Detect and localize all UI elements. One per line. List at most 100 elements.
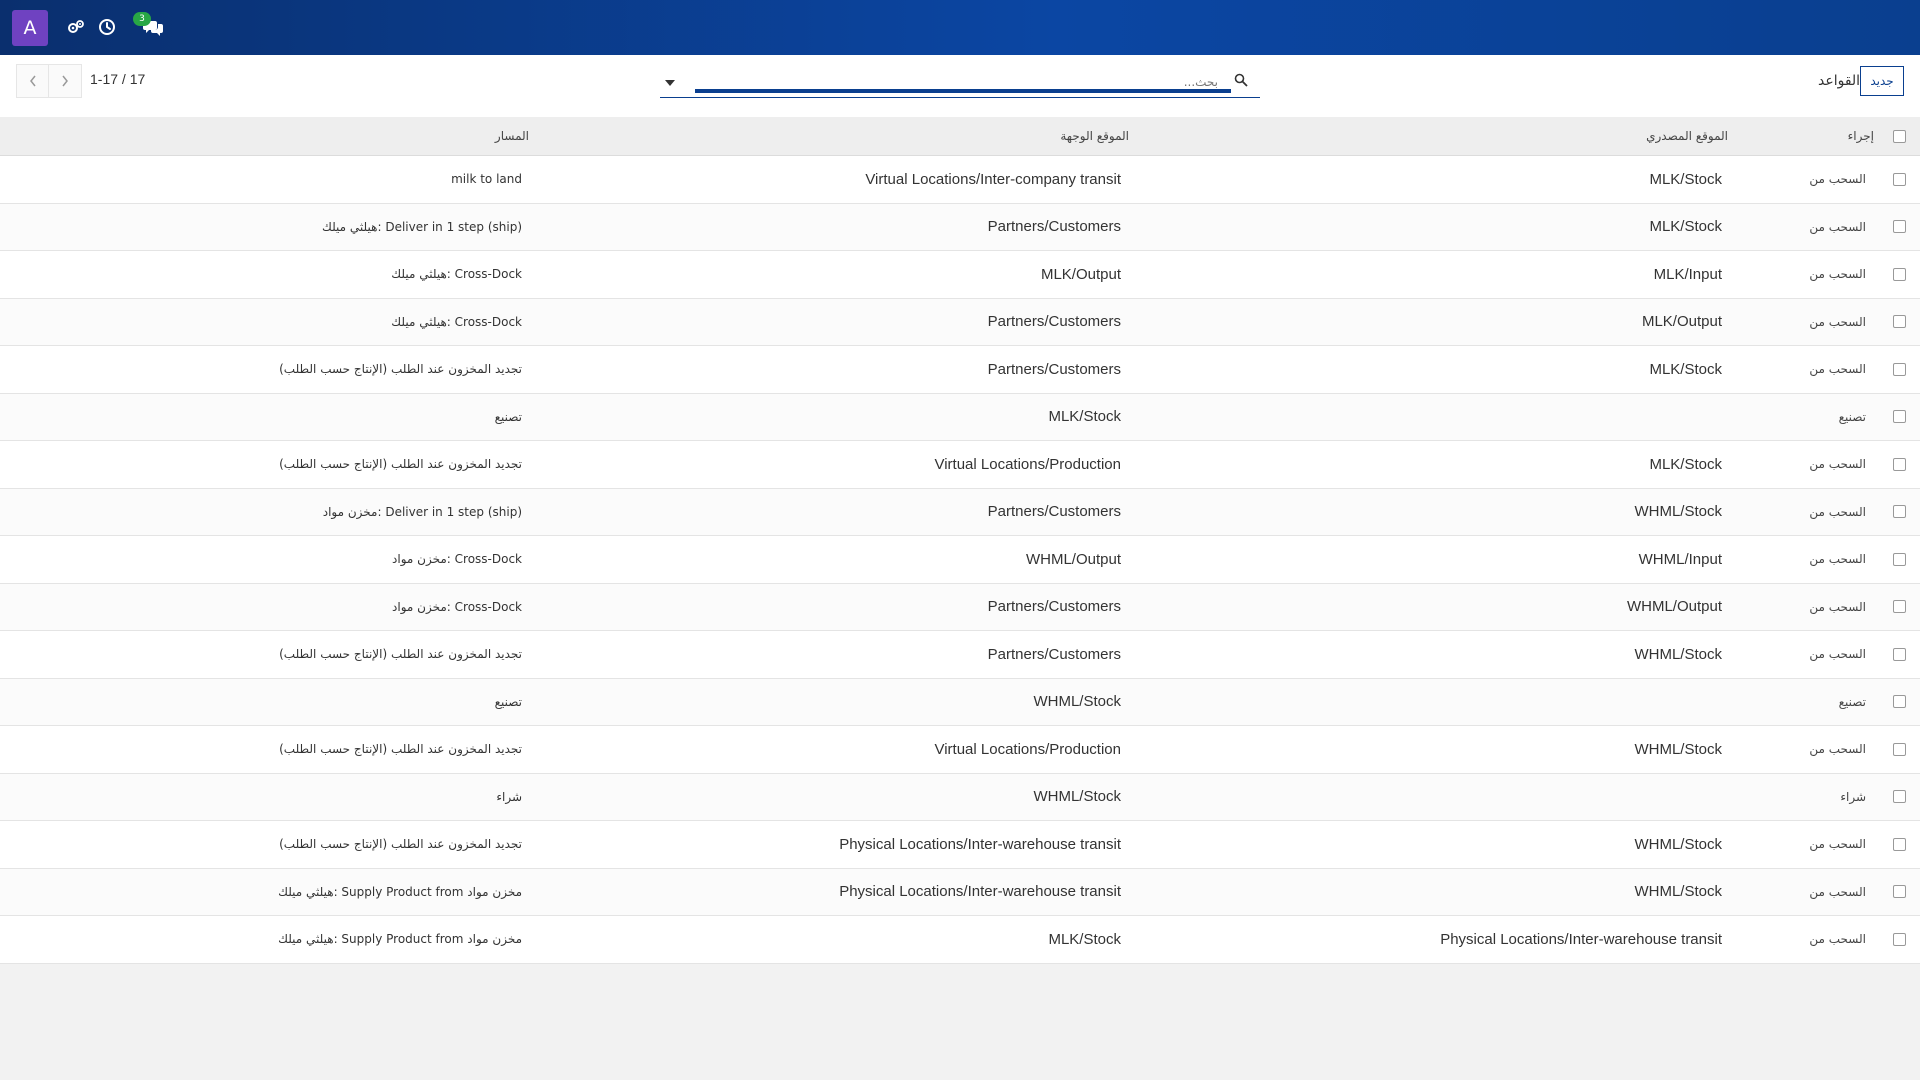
cell-action: السحب من — [1809, 837, 1866, 852]
cell-destination-location: Virtual Locations/Inter-company transit — [865, 170, 1121, 188]
cell-action: السحب من — [1809, 647, 1866, 662]
table-row[interactable]: تصنيع WHML/Stock تصنيع — [0, 678, 1920, 726]
pager-next-button[interactable] — [48, 64, 82, 98]
row-checkbox[interactable] — [1890, 679, 1908, 726]
cell-route: تجديد المخزون عند الطلب (الإنتاج حسب الط… — [279, 362, 522, 377]
cell-source-location: WHML/Stock — [1634, 883, 1722, 901]
table-body: السحب من MLK/Stock Virtual Locations/Inter… — [0, 156, 1920, 964]
row-checkbox[interactable] — [1890, 394, 1908, 441]
table-row[interactable]: السحب من WHML/Output Partners/Customers مخز… — [0, 583, 1920, 631]
cell-destination-location: MLK/Output — [1040, 265, 1121, 283]
table-row[interactable]: السحب من WHML/Stock Partners/Customers تجدي… — [0, 631, 1920, 679]
cell-source-location: MLK/Stock — [1649, 360, 1722, 378]
row-checkbox[interactable] — [1890, 346, 1908, 393]
cell-source-location: WHML/Output — [1626, 598, 1722, 616]
row-checkbox[interactable] — [1890, 156, 1908, 203]
cell-source-location: MLK/Stock — [1649, 170, 1722, 188]
table-row[interactable]: شراء WHML/Stock شراء — [0, 773, 1920, 821]
new-button[interactable]: جديد — [1860, 66, 1904, 96]
search-icon[interactable] — [1234, 72, 1248, 91]
chevron-left-icon — [30, 75, 36, 87]
table-row[interactable]: تصنيع MLK/Stock تصنيع — [0, 393, 1920, 441]
cell-route: مخزن مواد: Cross-Dock — [392, 599, 522, 614]
cell-route: هيلثي ميلك: Supply Product from مخزن موا… — [278, 884, 522, 899]
header-destination-location[interactable]: الموقع الوجهة — [1060, 117, 1129, 155]
row-checkbox[interactable] — [1890, 441, 1908, 488]
cell-action: السحب من — [1809, 599, 1866, 614]
row-checkbox[interactable] — [1890, 821, 1908, 868]
cell-source-location: MLK/Stock — [1649, 218, 1722, 236]
header-action[interactable]: إجراء — [1848, 117, 1874, 155]
row-checkbox[interactable] — [1890, 916, 1908, 963]
cell-action: شراء — [1840, 789, 1866, 804]
cell-route: milk to land — [451, 172, 522, 187]
caret-down-icon[interactable] — [664, 73, 676, 92]
cell-source-location: WHML/Stock — [1634, 835, 1722, 853]
cell-destination-location: WHML/Stock — [1033, 693, 1121, 711]
row-checkbox[interactable] — [1890, 869, 1908, 916]
cell-action: السحب من — [1809, 219, 1866, 234]
rules-table: إجراء الموقع المصدري الموقع الوجهة المسا… — [0, 117, 1920, 964]
table-row[interactable]: السحب من MLK/Stock Partners/Customers تجديد… — [0, 346, 1920, 394]
cell-destination-location: Partners/Customers — [987, 645, 1121, 663]
pager-value[interactable]: 1-17 / 17 — [90, 71, 145, 87]
cell-action: السحب من — [1809, 362, 1866, 377]
cell-route: هيلثي ميلك: Cross-Dock — [391, 314, 522, 329]
cell-source-location: WHML/Input — [1638, 550, 1722, 568]
row-checkbox[interactable] — [1890, 631, 1908, 678]
search-focus-underline — [695, 89, 1231, 93]
table-row[interactable]: السحب من MLK/Stock Partners/Customers هيلثي… — [0, 203, 1920, 251]
cell-route: هيلثي ميلك: Cross-Dock — [391, 267, 522, 282]
cell-route: تجديد المخزون عند الطلب (الإنتاج حسب الط… — [279, 742, 522, 757]
table-row[interactable]: السحب من WHML/Stock Partners/Customers مخزن… — [0, 488, 1920, 536]
cell-action: السحب من — [1809, 932, 1866, 947]
cell-source-location: MLK/Stock — [1649, 455, 1722, 473]
cell-route: تصنيع — [494, 409, 522, 424]
select-all-checkbox[interactable] — [1890, 117, 1908, 155]
cell-action: تصنيع — [1838, 409, 1866, 424]
cell-destination-location: MLK/Stock — [1048, 408, 1121, 426]
table-row[interactable]: السحب من WHML/Stock Physical Locations/Int… — [0, 868, 1920, 916]
cell-route: مخزن مواد: Deliver in 1 step (ship) — [322, 504, 522, 519]
gears-icon[interactable] — [65, 16, 87, 38]
cell-destination-location: Partners/Customers — [987, 313, 1121, 331]
row-checkbox[interactable] — [1890, 536, 1908, 583]
clock-icon[interactable] — [96, 16, 118, 38]
user-avatar[interactable]: A — [12, 10, 48, 46]
cell-source-location: MLK/Input — [1653, 265, 1722, 283]
row-checkbox[interactable] — [1890, 584, 1908, 631]
table-row[interactable]: السحب من WHML/Input WHML/Output مخزن مواد: … — [0, 536, 1920, 584]
table-row[interactable]: السحب من MLK/Stock Virtual Locations/Inter… — [0, 156, 1920, 204]
cell-route: هيلثي ميلك: Deliver in 1 step (ship) — [321, 219, 522, 234]
table-row[interactable]: السحب من Physical Locations/Inter-warehou… — [0, 916, 1920, 964]
cell-destination-location: Partners/Customers — [987, 598, 1121, 616]
cell-action: السحب من — [1809, 457, 1866, 472]
cell-action: تصنيع — [1838, 694, 1866, 709]
chevron-right-icon — [62, 75, 68, 87]
search-bar — [660, 67, 1260, 98]
table-row[interactable]: السحب من MLK/Output Partners/Customers هيلث… — [0, 298, 1920, 346]
top-navbar: A 3 — [0, 0, 1920, 55]
header-route[interactable]: المسار — [495, 117, 529, 155]
table-row[interactable]: السحب من MLK/Stock Virtual Locations/Produ… — [0, 441, 1920, 489]
pager-previous-button[interactable] — [16, 64, 50, 98]
cell-destination-location: Partners/Customers — [987, 360, 1121, 378]
table-row[interactable]: السحب من WHML/Stock Physical Locations/Int… — [0, 821, 1920, 869]
header-source-location[interactable]: الموقع المصدري — [1646, 117, 1728, 155]
row-checkbox[interactable] — [1890, 726, 1908, 773]
row-checkbox[interactable] — [1890, 299, 1908, 346]
table-row[interactable]: السحب من WHML/Stock Virtual Locations/Prod… — [0, 726, 1920, 774]
row-checkbox[interactable] — [1890, 489, 1908, 536]
row-checkbox[interactable] — [1890, 251, 1908, 298]
control-panel: 1-17 / 17 القواعد جديد — [0, 55, 1920, 118]
row-checkbox[interactable] — [1890, 204, 1908, 251]
messages-badge: 3 — [133, 12, 151, 26]
cell-action: السحب من — [1809, 884, 1866, 899]
cell-action: السحب من — [1809, 172, 1866, 187]
cell-source-location: WHML/Stock — [1634, 740, 1722, 758]
row-checkbox[interactable] — [1890, 774, 1908, 821]
table-row[interactable]: السحب من MLK/Input MLK/Output هيلثي ميلك: C… — [0, 251, 1920, 299]
cell-destination-location: Virtual Locations/Production — [934, 740, 1121, 758]
cell-destination-location: Virtual Locations/Production — [934, 455, 1121, 473]
cell-destination-location: Physical Locations/Inter-warehouse trans… — [839, 883, 1121, 901]
